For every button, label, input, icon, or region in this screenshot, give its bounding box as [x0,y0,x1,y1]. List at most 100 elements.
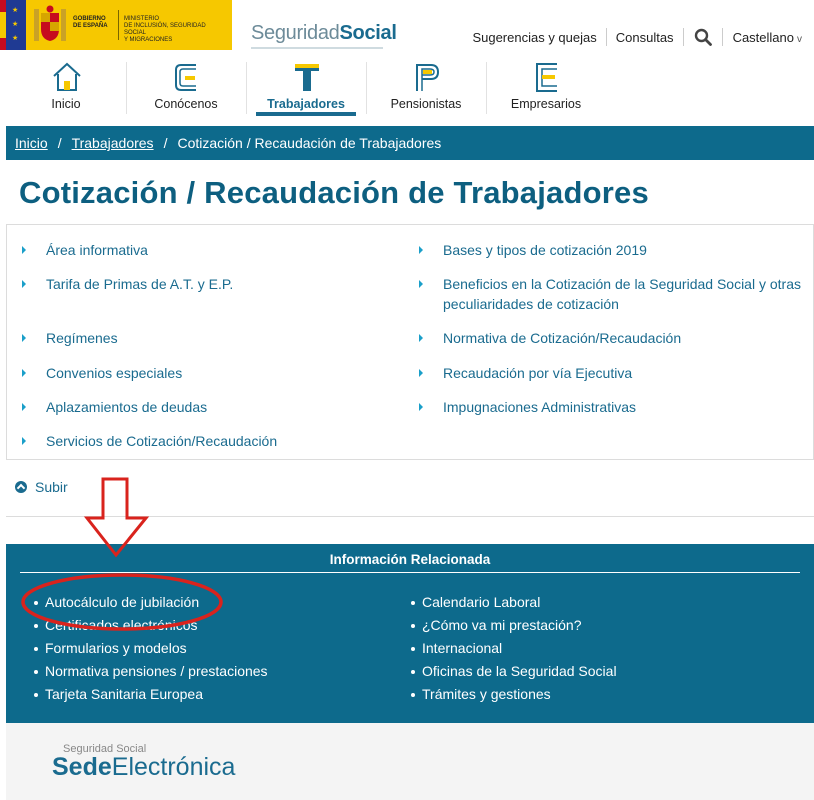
link-label: Impugnaciones Administrativas [443,399,636,415]
nav-divider [246,62,247,114]
chevron-right-icon [22,369,26,377]
related-link-tramites[interactable]: Trámites y gestiones [411,686,551,702]
related-link-oficinas[interactable]: Oficinas de la Seguridad Social [411,663,617,679]
chevron-up-icon [15,481,27,493]
breadcrumb-trabajadores[interactable]: Trabajadores [72,135,154,151]
sede-bold: Sede [52,753,112,781]
language-label: Castellano [732,29,794,45]
letter-t-icon [295,64,319,91]
nav-divider [486,62,487,114]
nav-item-pensionistas[interactable]: Pensionistas [366,58,486,118]
ministry-text: MINISTERIO DE INCLUSIÓN, SEGURIDAD SOCIA… [124,16,228,44]
suggestions-link[interactable]: Sugerencias y quejas [463,30,605,45]
link-impugnaciones[interactable]: Impugnaciones Administrativas [419,397,636,417]
seguridad-social-logo[interactable]: SeguridadSocial [251,22,397,45]
link-bases-tipos[interactable]: Bases y tipos de cotización 2019 [419,240,647,260]
chevron-right-icon [419,403,423,411]
link-label: Servicios de Cotización/Recaudación [46,433,278,449]
nav-label: Inicio [51,97,81,111]
ministry-line: Y MIGRACIONES [124,37,173,43]
section-links: Área informativa Tarifa de Primas de A.T… [6,224,814,460]
home-icon [53,62,81,91]
chevron-right-icon [22,246,26,254]
chevron-right-icon [22,334,26,342]
link-label: Aplazamientos de deudas [46,399,208,415]
ministry-line: DE INCLUSIÓN, SEGURIDAD SOCIAL [124,23,206,36]
nav-divider [126,62,127,114]
breadcrumb-current: Cotización / Recaudación de Trabajadores [177,135,442,151]
coat-of-arms-icon [34,5,66,41]
related-link-autocalculo[interactable]: Autocálculo de jubilación [33,594,199,610]
chevron-right-icon [419,369,423,377]
link-beneficios-cotizacion[interactable]: Beneficios en la Cotización de la Seguri… [419,274,808,314]
link-label: Convenios especiales [46,365,183,381]
letter-e-icon [536,63,557,92]
nav-label: Pensionistas [390,97,462,111]
breadcrumb-inicio[interactable]: Inicio [15,135,48,151]
related-link-internacional[interactable]: Internacional [410,640,502,656]
link-servicios-cotizacion[interactable]: Servicios de Cotización/Recaudación [22,431,278,451]
link-regimenes[interactable]: Regímenes [22,328,118,348]
nav-label: Empresarios [510,97,582,111]
header: ★ ★ ★ GOBIERNO DE ESPAÑA MINISTERIO DE INC… [0,0,814,58]
related-title: Información Relacionada [329,552,491,567]
nav-divider [366,62,367,114]
language-selector[interactable]: Castellano v [723,30,814,45]
consultas-link[interactable]: Consultas [607,30,683,45]
top-navigation: Sugerencias y quejas Consultas Castellan… [463,28,814,46]
search-icon[interactable] [694,28,712,46]
nav-item-inicio[interactable]: Inicio [6,58,126,118]
related-link-tarjeta-sanitaria[interactable]: Tarjeta Sanitaria Europea [34,686,203,702]
chevron-down-icon: v [797,33,802,45]
footer: Seguridad Social SedeElectrónica [6,723,814,800]
nav-label: Conócenos [154,97,218,111]
related-info-panel: Información Relacionada Autocálculo de j… [6,544,814,723]
divider [6,516,814,517]
related-link-prestacion[interactable]: ¿Cómo va mi prestación? [411,617,582,633]
letter-c-icon [175,64,196,91]
nav-item-trabajadores[interactable]: Trabajadores [246,58,366,118]
link-convenios-especiales[interactable]: Convenios especiales [22,363,183,383]
sede-light: Electrónica [111,753,236,781]
breadcrumb: Inicio / Trabajadores / Cotización / Rec… [6,126,814,160]
divider [682,28,684,46]
letter-p-icon [416,64,440,91]
link-label: Área informativa [46,242,148,258]
link-label: Regímenes [46,330,118,346]
related-link-normativa-pensiones[interactable]: Normativa pensiones / prestaciones [34,663,268,679]
nav-item-empresarios[interactable]: Empresarios [486,58,606,118]
chevron-right-icon [22,403,26,411]
link-normativa-cotizacion[interactable]: Normativa de Cotización/Recaudación [419,328,682,348]
chevron-right-icon [419,334,423,342]
back-to-top-link[interactable]: Subir [15,479,68,495]
chevron-right-icon [22,280,26,288]
nav-label: Trabajadores [267,97,345,111]
eu-flag-icon: ★ ★ ★ [6,0,26,50]
breadcrumb-separator: / [57,135,62,151]
logo-divider [118,10,119,40]
breadcrumb-separator: / [163,135,168,151]
sede-electronica-logo[interactable]: SedeElectrónica [52,753,235,782]
link-aplazamientos[interactable]: Aplazamientos de deudas [22,397,208,417]
link-recaudacion-ejecutiva[interactable]: Recaudación por vía Ejecutiva [419,363,633,383]
link-area-informativa[interactable]: Área informativa [22,240,148,260]
chevron-right-icon [22,437,26,445]
related-link-calendario[interactable]: Calendario Laboral [410,594,540,610]
main-navigation: Inicio Conócenos Trabajadores Pensionist… [6,58,606,118]
brand-light: Seguridad [251,22,340,44]
link-tarifa-primas[interactable]: Tarifa de Primas de A.T. y E.P. [22,274,233,294]
chevron-right-icon [419,280,423,288]
brand-bold: Social [339,22,397,44]
related-link-formularios[interactable]: Formularios y modelos [34,640,187,656]
link-label: Normativa de Cotización/Recaudación [443,330,682,346]
link-label: peculiaridades de cotización [443,296,619,312]
logo-underline [251,47,383,49]
related-link-certificados[interactable]: Certificados electrónicos [34,617,198,633]
nav-item-conocenos[interactable]: Conócenos [126,58,246,118]
government-text: GOBIERNO DE ESPAÑA [73,16,119,30]
ministry-line: MINISTERIO [124,16,160,22]
link-label: Recaudación por vía Ejecutiva [443,365,633,381]
government-logo[interactable]: ★ ★ ★ GOBIERNO DE ESPAÑA MINISTERIO DE INC… [0,0,232,50]
link-label: Bases y tipos de cotización 2019 [443,242,647,258]
page-title: Cotización / Recaudación de Trabajadores [19,175,649,210]
